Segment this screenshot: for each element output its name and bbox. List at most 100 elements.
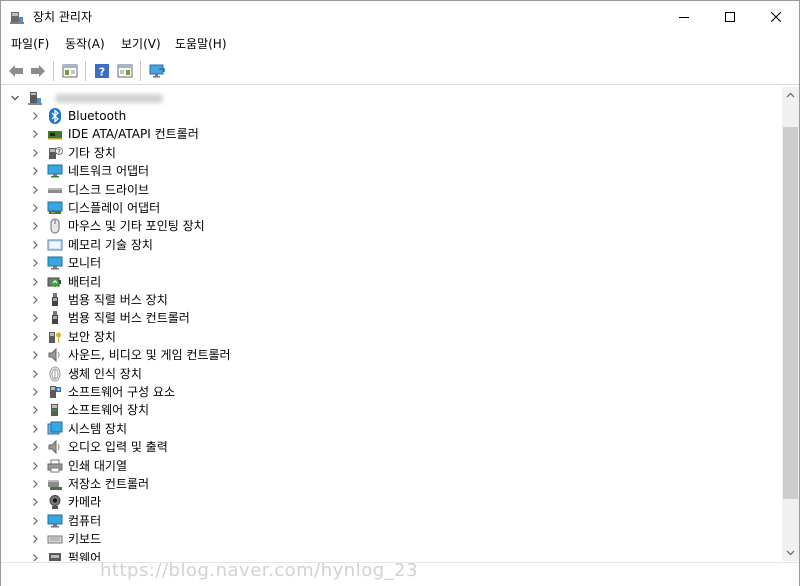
- expand-chevron-icon[interactable]: [27, 200, 43, 216]
- keyboard-icon: [47, 535, 63, 544]
- device-category-row[interactable]: ? 기타 장치: [27, 144, 781, 162]
- device-category-row[interactable]: 시스템 장치: [27, 420, 781, 438]
- expand-chevron-icon[interactable]: [27, 310, 43, 326]
- expand-chevron-icon[interactable]: [27, 163, 43, 179]
- device-category-row[interactable]: 배터리: [27, 273, 781, 291]
- device-manager-app-icon: [10, 12, 24, 24]
- scroll-down-button[interactable]: [782, 544, 799, 561]
- expand-chevron-icon[interactable]: [27, 458, 43, 474]
- scroll-up-button[interactable]: [782, 87, 799, 104]
- menu-file[interactable]: 파일(F): [11, 36, 49, 52]
- device-category-row[interactable]: 키보드: [27, 530, 781, 548]
- expand-chevron-icon[interactable]: [27, 366, 43, 382]
- device-category-label: 모니터: [68, 256, 102, 270]
- expand-chevron-icon[interactable]: [27, 347, 43, 363]
- device-category-label: 보안 장치: [68, 330, 116, 344]
- scan-hardware-changes-button[interactable]: [146, 60, 168, 82]
- device-category-row[interactable]: 모니터: [27, 254, 781, 272]
- expand-chevron-icon[interactable]: [27, 494, 43, 510]
- security-device-icon: [49, 332, 61, 343]
- audio-io-icon: [48, 439, 60, 455]
- collapse-chevron-icon[interactable]: [7, 90, 23, 106]
- device-category-row[interactable]: Bluetooth: [27, 107, 781, 125]
- toolbar: ?: [1, 57, 799, 85]
- device-category-row[interactable]: 사운드, 비디오 및 게임 컨트롤러: [27, 346, 781, 364]
- device-category-row[interactable]: 범용 직렬 버스 컨트롤러: [27, 309, 781, 327]
- help-button[interactable]: ?: [91, 60, 113, 82]
- expand-chevron-icon[interactable]: [27, 402, 43, 418]
- device-category-row[interactable]: 카메라: [27, 493, 781, 511]
- expand-chevron-icon[interactable]: [27, 126, 43, 142]
- device-category-label: Bluetooth: [68, 109, 127, 123]
- device-category-row[interactable]: 컴퓨터: [27, 512, 781, 530]
- device-category-label: 카메라: [68, 495, 102, 509]
- device-category-row[interactable]: 네트워크 어댑터: [27, 162, 781, 180]
- mouse-icon: [50, 218, 60, 234]
- show-hide-console-tree-button[interactable]: [59, 60, 81, 82]
- device-category-row[interactable]: 소프트웨어 구성 요소: [27, 383, 781, 401]
- storage-controller-icon: [48, 480, 62, 490]
- maximize-icon: [725, 12, 735, 22]
- device-category-label: 인쇄 대기열: [68, 459, 128, 473]
- expand-chevron-icon[interactable]: [27, 255, 43, 271]
- device-category-row[interactable]: 범용 직렬 버스 장치: [27, 291, 781, 309]
- device-category-label: 오디오 입력 및 출력: [68, 440, 168, 454]
- device-category-row[interactable]: 보안 장치: [27, 328, 781, 346]
- device-category-row[interactable]: 생체 인식 장치: [27, 365, 781, 383]
- expand-chevron-icon[interactable]: [27, 384, 43, 400]
- expand-chevron-icon[interactable]: [27, 218, 43, 234]
- expand-chevron-icon[interactable]: [27, 439, 43, 455]
- scrollbar-thumb[interactable]: [783, 127, 798, 499]
- expand-chevron-icon[interactable]: [27, 421, 43, 437]
- close-icon: [771, 12, 781, 22]
- toolbar-separator: [85, 61, 86, 81]
- expand-chevron-icon[interactable]: [27, 550, 43, 561]
- watermark-text: https://blog.naver.com/hynlog_23: [100, 560, 419, 581]
- minimize-icon: [679, 17, 689, 18]
- device-category-label: IDE ATA/ATAPI 컨트롤러: [68, 127, 199, 141]
- vertical-scrollbar[interactable]: [782, 87, 799, 561]
- expand-chevron-icon[interactable]: [27, 274, 43, 290]
- tree-root[interactable]: [5, 89, 775, 107]
- device-category-label: 배터리: [68, 275, 102, 289]
- menu-help[interactable]: 도움말(H): [175, 36, 227, 52]
- expand-chevron-icon[interactable]: [27, 476, 43, 492]
- close-button[interactable]: [753, 1, 799, 33]
- device-category-row[interactable]: 소프트웨어 장치: [27, 401, 781, 419]
- expand-chevron-icon[interactable]: [27, 145, 43, 161]
- device-category-label: 디스플레이 어댑터: [68, 201, 161, 215]
- memory-icon: [47, 239, 63, 251]
- expand-chevron-icon[interactable]: [27, 108, 43, 124]
- menu-view[interactable]: 보기(V): [121, 36, 161, 52]
- expand-chevron-icon[interactable]: [27, 182, 43, 198]
- show-action-pane-button[interactable]: [114, 60, 136, 82]
- device-category-label: 메모리 기술 장치: [68, 238, 153, 252]
- forward-button[interactable]: [27, 60, 49, 82]
- disk-drive-icon: [48, 188, 62, 193]
- back-button[interactable]: [5, 60, 27, 82]
- system-device-icon: [47, 421, 63, 435]
- expand-chevron-icon[interactable]: [27, 513, 43, 529]
- device-category-row[interactable]: 마우스 및 기타 포인팅 장치: [27, 217, 781, 235]
- device-category-row[interactable]: 디스플레이 어댑터: [27, 199, 781, 217]
- device-category-row[interactable]: IDE ATA/ATAPI 컨트롤러: [27, 125, 781, 143]
- device-category-row[interactable]: 인쇄 대기열: [27, 457, 781, 475]
- console-tree-icon: [62, 64, 78, 78]
- expand-chevron-icon[interactable]: [27, 329, 43, 345]
- device-category-row[interactable]: 오디오 입력 및 출력: [27, 438, 781, 456]
- svg-text:?: ?: [57, 148, 61, 155]
- device-category-label: 소프트웨어 장치: [68, 403, 150, 417]
- menu-action[interactable]: 동작(A): [65, 36, 105, 52]
- device-tree: Bluetooth IDE ATA/ATAPI 컨트롤러 ? 기타 장치 네트워크 어댑…: [1, 87, 781, 561]
- minimize-button[interactable]: [661, 1, 707, 33]
- expand-chevron-icon[interactable]: [27, 237, 43, 253]
- device-category-row[interactable]: 저장소 컨트롤러: [27, 475, 781, 493]
- expand-chevron-icon[interactable]: [27, 292, 43, 308]
- maximize-button[interactable]: [707, 1, 753, 33]
- computer-name-blurred: [55, 94, 163, 103]
- firmware-icon: [49, 553, 61, 561]
- back-arrow-icon: [9, 65, 23, 77]
- device-category-row[interactable]: 메모리 기술 장치: [27, 236, 781, 254]
- device-category-row[interactable]: 디스크 드라이브: [27, 181, 781, 199]
- expand-chevron-icon[interactable]: [27, 531, 43, 547]
